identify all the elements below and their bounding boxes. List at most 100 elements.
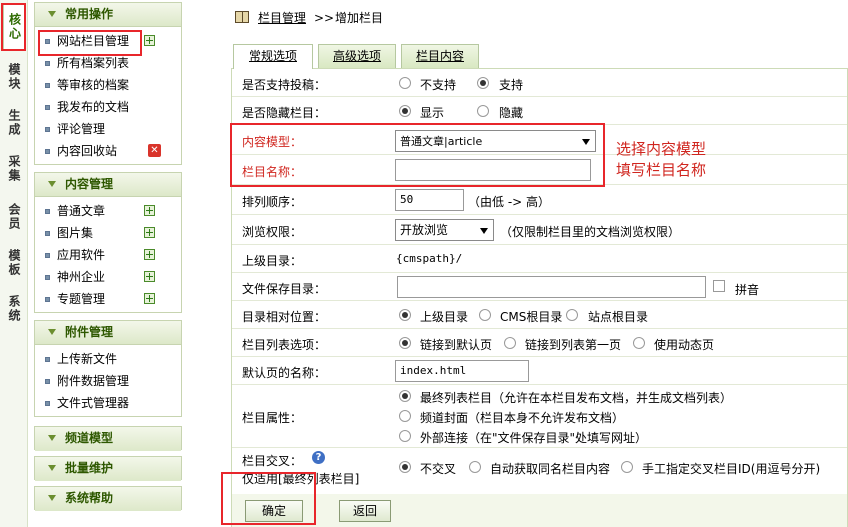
access-select[interactable]: 开放浏览 — [395, 219, 494, 241]
back-button[interactable]: 返回 — [339, 500, 391, 522]
panel-attach: 附件管理 上传新文件 附件数据管理 文件式管理器 — [34, 320, 182, 417]
vtab-collect[interactable]: 采集 — [3, 146, 25, 192]
sidebar-item-image-set[interactable]: 图片集 — [35, 222, 181, 244]
panel-common-header[interactable]: 常用操作 — [35, 3, 181, 27]
add-icon[interactable] — [144, 249, 155, 260]
vtab-template[interactable]: 模板 — [3, 240, 25, 286]
row-content-model: 内容模型： 普通文章|article — [232, 125, 847, 155]
row-attr: 栏目属性： 最终列表栏目（允许在本栏目发布文档，并生成文档列表） 频道封面（栏目… — [232, 385, 847, 448]
radio-list-default[interactable] — [399, 337, 411, 349]
order-input[interactable]: 50 — [395, 189, 464, 211]
add-icon[interactable] — [144, 35, 155, 46]
sidebar-item-my-documents[interactable]: 我发布的文档 — [35, 96, 181, 118]
sidebar-item-pending-archives[interactable]: 等审核的档案 — [35, 74, 181, 96]
row-parent: 上级目录： {cmspath}/ — [232, 245, 847, 273]
panel-content: 内容管理 普通文章 图片集 应用软件 神州企业 专题管理 — [34, 172, 182, 313]
panel-batch[interactable]: 批量维护 — [34, 456, 182, 481]
add-icon[interactable] — [144, 205, 155, 216]
vtab-member[interactable]: 会员 — [3, 194, 25, 240]
bullet-icon — [45, 209, 50, 214]
column-form: 是否支持投稿： 不支持 支持 是否隐藏栏目： 显示 隐藏 内容模型： 普通文章|… — [231, 68, 848, 527]
vtab-generate[interactable]: 生成 — [3, 100, 25, 146]
bullet-icon — [45, 379, 50, 384]
book-icon — [235, 11, 249, 23]
delete-icon[interactable]: ✕ — [148, 144, 161, 157]
add-icon[interactable] — [144, 271, 155, 282]
bullet-icon — [45, 357, 50, 362]
row-order: 排列顺序： 50 （由低 -> 高） — [232, 185, 847, 215]
vtab-system[interactable]: 系统 — [3, 286, 25, 332]
collapse-arrow-icon — [48, 465, 56, 471]
sidebar-item-comments[interactable]: 评论管理 — [35, 118, 181, 140]
radio-relpos-site[interactable] — [566, 309, 578, 321]
bullet-icon — [45, 231, 50, 236]
radio-cross-manual[interactable] — [621, 461, 633, 473]
sidebar-item-column-manage[interactable]: 网站栏目管理 — [35, 30, 181, 52]
collapse-arrow-icon — [48, 329, 56, 335]
row-contribute: 是否支持投稿： 不支持 支持 — [232, 69, 847, 97]
radio-contribute-yes[interactable] — [477, 77, 489, 89]
crumb-column-manage[interactable]: 栏目管理 — [258, 8, 306, 28]
add-icon[interactable] — [144, 293, 155, 304]
tab-advanced[interactable]: 高级选项 — [318, 44, 396, 68]
radio-relpos-cms[interactable] — [479, 309, 491, 321]
bullet-icon — [45, 297, 50, 302]
radio-contribute-no[interactable] — [399, 77, 411, 89]
radio-attr-list[interactable] — [399, 390, 411, 402]
dropdown-caret-icon — [480, 228, 488, 234]
sidebar: 常用操作 网站栏目管理 所有档案列表 等审核的档案 我发布的文档 评论管理 内容… — [28, 0, 188, 527]
row-defpage: 默认页的名称： index.html — [232, 357, 847, 385]
annotation-fill-name: 填写栏目名称 — [616, 161, 707, 179]
row-access: 浏览权限： 开放浏览 （仅限制栏目里的文档浏览权限） — [232, 215, 847, 245]
add-icon[interactable] — [144, 227, 155, 238]
panel-help[interactable]: 系统帮助 — [34, 486, 182, 511]
savedir-input[interactable] — [397, 276, 706, 298]
column-name-input[interactable] — [395, 159, 591, 181]
radio-hide[interactable] — [477, 105, 489, 117]
default-page-input[interactable]: index.html — [395, 360, 529, 382]
confirm-button[interactable]: 确定 — [245, 500, 303, 522]
sidebar-item-topic[interactable]: 专题管理 — [35, 288, 181, 310]
row-column-name: 栏目名称： — [232, 155, 847, 185]
row-listopt: 栏目列表选项： 链接到默认页 链接到列表第一页 使用动态页 — [232, 329, 847, 357]
radio-show[interactable] — [399, 105, 411, 117]
panel-content-header[interactable]: 内容管理 — [35, 173, 181, 197]
sidebar-item-attach-data[interactable]: 附件数据管理 — [35, 370, 181, 392]
radio-attr-cover[interactable] — [399, 410, 411, 422]
panel-common: 常用操作 网站栏目管理 所有档案列表 等审核的档案 我发布的文档 评论管理 内容… — [34, 2, 182, 165]
vtab-core[interactable]: 核心 — [3, 4, 25, 50]
sidebar-item-article[interactable]: 普通文章 — [35, 200, 181, 222]
row-cross: 栏目交叉： ? 仅适用[最终列表栏目] 不交叉 自动获取同名栏目内容 手工指定交… — [242, 451, 821, 486]
radio-attr-link[interactable] — [399, 430, 411, 442]
bullet-icon — [45, 83, 50, 88]
bullet-icon — [45, 61, 50, 66]
crumb-current: 增加栏目 — [335, 11, 384, 25]
radio-list-first[interactable] — [504, 337, 516, 349]
sidebar-item-software[interactable]: 应用软件 — [35, 244, 181, 266]
bullet-icon — [45, 149, 50, 154]
panel-channel-model[interactable]: 频道模型 — [34, 426, 182, 451]
sidebar-item-enterprise[interactable]: 神州企业 — [35, 266, 181, 288]
row-savedir: 文件保存目录： 拼音 — [232, 273, 847, 301]
annotation-select-model: 选择内容模型 — [616, 140, 707, 158]
help-icon[interactable]: ? — [312, 451, 325, 464]
content-model-select[interactable]: 普通文章|article — [395, 130, 596, 152]
radio-cross-auto[interactable] — [469, 461, 481, 473]
pinyin-checkbox[interactable] — [713, 280, 725, 292]
main-content: 栏目管理 >> 增加栏目 常规选项 高级选项 栏目内容 是否支持投稿： 不支持 … — [190, 0, 848, 527]
tab-content[interactable]: 栏目内容 — [401, 44, 479, 68]
sidebar-item-upload[interactable]: 上传新文件 — [35, 348, 181, 370]
vtab-module[interactable]: 模块 — [3, 54, 25, 100]
sidebar-item-file-manager[interactable]: 文件式管理器 — [35, 392, 181, 414]
row-hidden: 是否隐藏栏目： 显示 隐藏 — [232, 97, 847, 125]
sidebar-item-recycle-bin[interactable]: 内容回收站 ✕ — [35, 140, 181, 162]
bullet-icon — [45, 275, 50, 280]
radio-relpos-parent[interactable] — [399, 309, 411, 321]
sidebar-item-all-archives[interactable]: 所有档案列表 — [35, 52, 181, 74]
radio-cross-none[interactable] — [399, 461, 411, 473]
bullet-icon — [45, 253, 50, 258]
tab-general[interactable]: 常规选项 — [233, 44, 313, 69]
panel-attach-header[interactable]: 附件管理 — [35, 321, 181, 345]
radio-list-dynamic[interactable] — [633, 337, 645, 349]
bullet-icon — [45, 127, 50, 132]
